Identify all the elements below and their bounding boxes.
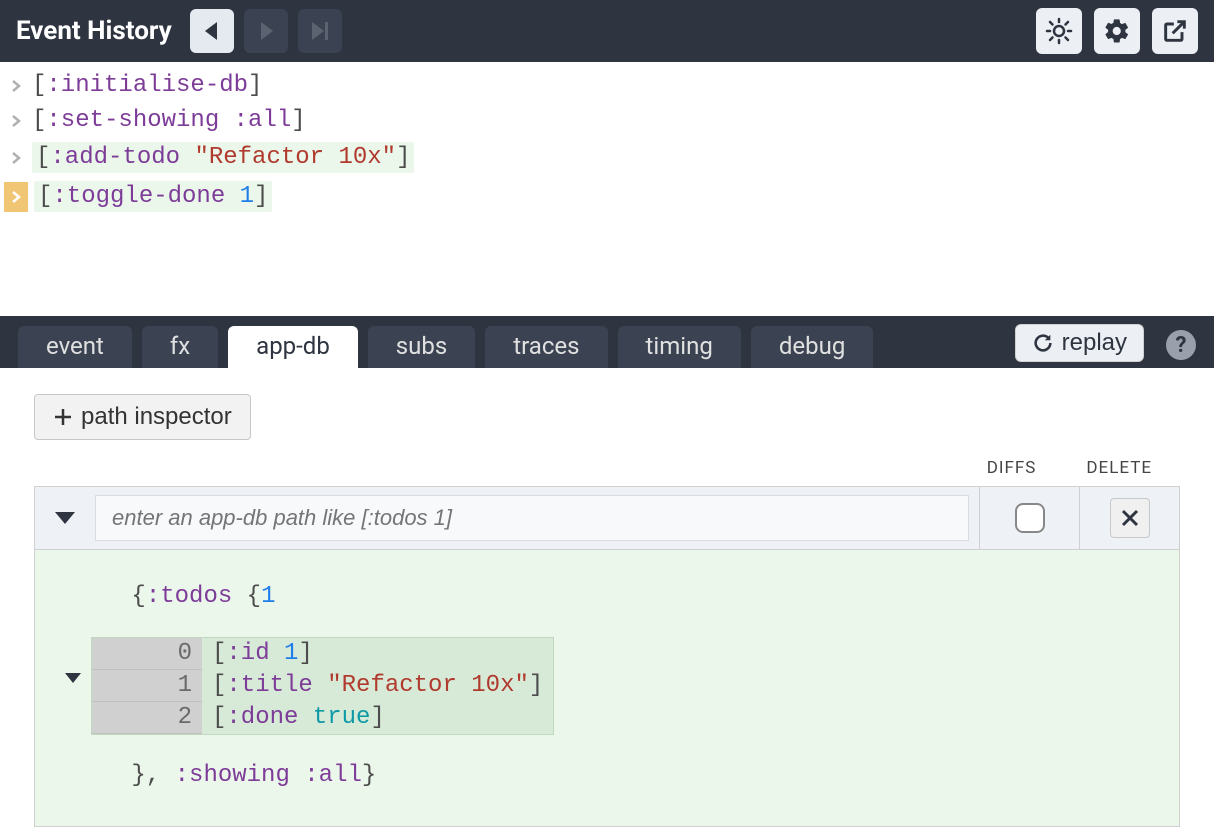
- event-content: [:set-showing :all]: [32, 107, 306, 134]
- delete-cell: [1079, 487, 1179, 549]
- delete-header: DELETE: [1086, 458, 1152, 478]
- header-actions: [1036, 8, 1198, 54]
- expand-toggle[interactable]: [35, 512, 95, 524]
- replay-label: replay: [1062, 329, 1127, 357]
- kv-row: 2[:done true]: [92, 702, 553, 734]
- nav-buttons: [190, 9, 342, 53]
- kv-index: 2: [92, 702, 202, 734]
- kv-table: 0[:id 1]1[:title "Refactor 10x"]2[:done …: [91, 637, 554, 735]
- kv-row: 1[:title "Refactor 10x"]: [92, 670, 553, 702]
- tab-timing[interactable]: timing: [618, 326, 741, 368]
- help-button[interactable]: ?: [1166, 330, 1196, 360]
- sun-icon: [1045, 17, 1073, 45]
- settings-button[interactable]: [1094, 8, 1140, 54]
- page-title: Event History: [16, 16, 172, 46]
- event-content: [:initialise-db]: [32, 72, 262, 99]
- event-row[interactable]: [:set-showing :all]: [0, 103, 1214, 138]
- dump-open-line: {:todos {1: [45, 556, 1169, 637]
- tab-bar: eventfxapp-dbsubstraces timingdebug repla…: [0, 316, 1214, 368]
- chevron-right-icon[interactable]: [6, 79, 26, 93]
- tab-fx[interactable]: fx: [142, 326, 218, 368]
- step-back-button[interactable]: [190, 9, 234, 53]
- triangle-right-icon: [259, 22, 273, 40]
- kv-value: [:title "Refactor 10x"]: [202, 670, 553, 702]
- kv-value: [:id 1]: [202, 638, 472, 670]
- event-row[interactable]: [:initialise-db]: [0, 68, 1214, 103]
- nested-expand-toggle[interactable]: [65, 673, 91, 683]
- event-list: [:initialise-db] [:set-showing :all] [:add…: [0, 62, 1214, 216]
- event-content: [:add-todo "Refactor 10x"]: [32, 142, 414, 173]
- app-db-dump: {:todos {1 0[:id 1]1[:title "Refactor 10…: [34, 550, 1180, 827]
- tab-app-db[interactable]: app-db: [228, 326, 358, 368]
- chevron-right-icon[interactable]: [6, 190, 26, 204]
- chevron-right-icon[interactable]: [6, 114, 26, 128]
- inspector-row: [34, 486, 1180, 550]
- open-external-button[interactable]: [1152, 8, 1198, 54]
- event-content: [:toggle-done 1]: [34, 181, 272, 212]
- kv-index: 1: [92, 670, 202, 702]
- plus-icon: [53, 407, 73, 427]
- tab-event[interactable]: event: [18, 326, 132, 368]
- panel-area: path inspector DIFFS DELETE {:todos {1: [0, 368, 1214, 827]
- chevron-right-icon[interactable]: [6, 151, 26, 165]
- external-link-icon: [1161, 17, 1189, 45]
- gear-icon: [1103, 17, 1131, 45]
- theme-toggle-button[interactable]: [1036, 8, 1082, 54]
- delete-button[interactable]: [1110, 498, 1150, 538]
- kv-index: 0: [92, 638, 202, 670]
- diffs-cell: [979, 487, 1079, 549]
- add-path-inspector-button[interactable]: path inspector: [34, 394, 251, 440]
- kv-row: 0[:id 1]: [92, 638, 553, 670]
- path-input[interactable]: [95, 495, 969, 541]
- chevron-down-icon: [65, 673, 81, 683]
- diffs-checkbox[interactable]: [1015, 503, 1045, 533]
- column-headers: DIFFS DELETE: [34, 458, 1180, 478]
- replay-button[interactable]: replay: [1015, 324, 1144, 362]
- triangle-left-icon: [205, 22, 219, 40]
- step-forward-button[interactable]: [244, 9, 288, 53]
- kv-value: [:done true]: [202, 702, 472, 734]
- event-row[interactable]: [:add-todo "Refactor 10x"]: [0, 138, 1214, 177]
- skip-end-icon: [310, 22, 330, 40]
- refresh-icon: [1032, 332, 1054, 354]
- tab-debug[interactable]: debug: [751, 326, 873, 368]
- header-bar: Event History: [0, 0, 1214, 62]
- diffs-header: DIFFS: [987, 458, 1037, 478]
- path-inspector-label: path inspector: [81, 403, 232, 431]
- close-icon: [1120, 508, 1140, 528]
- tab-subs[interactable]: subs: [368, 326, 475, 368]
- chevron-down-icon: [55, 512, 75, 524]
- event-row[interactable]: [:toggle-done 1]: [0, 177, 1214, 216]
- step-to-end-button[interactable]: [298, 9, 342, 53]
- tab-traces[interactable]: traces: [485, 326, 607, 368]
